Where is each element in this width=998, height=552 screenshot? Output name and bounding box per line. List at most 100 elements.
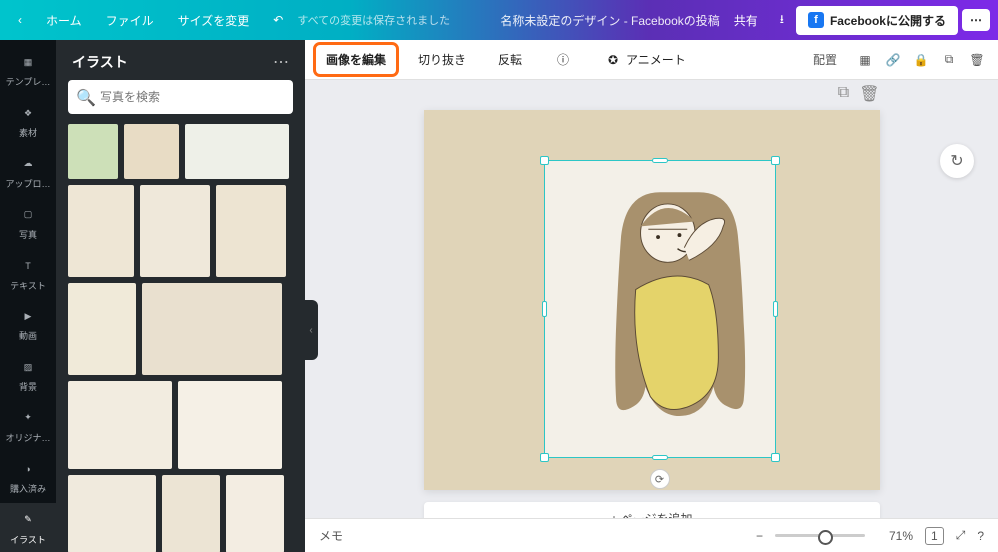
thumbnail-grid[interactable] [56,124,305,552]
help-button[interactable]: ? [977,529,984,543]
search-input[interactable] [68,80,293,114]
rail-purchased[interactable]: ◑購入済み [0,452,56,501]
zoom-level[interactable]: 71% [889,529,913,543]
thumb[interactable] [162,475,220,552]
rotate-icon: ⟳ [655,473,664,486]
side-panel: イラスト ⋯ 🔍 [56,40,305,552]
lock-icon[interactable]: 🔒 [912,51,930,69]
context-toolbar: 画像を編集 切り抜き 反転 ⓘ ✪アニメート 配置 ▦ 🔗 🔒 ⧉ 🗑 [305,40,998,80]
illustration-image [553,169,767,449]
rail-text[interactable]: Tテキスト [0,249,56,298]
resize-handle[interactable] [773,301,778,317]
thumb[interactable] [68,124,118,179]
thumb[interactable] [142,283,282,375]
side-rail: ▦テンプレ… ❖素材 ☁アップロ… ▢写真 Tテキスト ▶動画 ▨背景 ✦オリジ… [0,40,56,552]
selected-element[interactable]: ⟳ [544,160,776,458]
thumb[interactable] [226,475,284,552]
resize-handle[interactable] [540,156,549,165]
flip-button[interactable]: 反転 [489,46,531,73]
rail-illust[interactable]: ✎イラスト [0,503,56,552]
trash-icon[interactable]: 🗑 [968,51,986,69]
thumb[interactable] [68,283,136,375]
save-status: すべての変更は保存されました [297,12,450,28]
home-button[interactable]: ホーム [36,6,92,35]
text-icon: T [18,256,38,276]
canvas-undo-button[interactable]: ↻ [940,144,974,178]
thumb[interactable] [216,185,286,277]
thumb[interactable] [68,185,134,277]
photo-icon: ▢ [18,205,38,225]
position-button[interactable]: 配置 [804,46,846,73]
artboard[interactable]: ⧉ 🗑 [424,110,880,490]
resize-button[interactable]: サイズを変更 [168,6,260,35]
resize-handle[interactable] [652,455,668,460]
zoom-slider[interactable] [775,534,865,537]
canvas-area: ‹ 画像を編集 切り抜き 反転 ⓘ ✪アニメート 配置 ▦ 🔗 🔒 ⧉ 🗑 ↻ [305,40,998,552]
search-field[interactable]: 🔍 [68,80,293,114]
original-icon: ✦ [18,408,38,428]
rail-uploads[interactable]: ☁アップロ… [0,148,56,197]
resize-handle[interactable] [540,453,549,462]
rail-photos[interactable]: ▢写真 [0,198,56,247]
info-icon: ⓘ [554,51,572,69]
thumb[interactable] [178,381,282,469]
bottom-bar: メモ − 71% 1 ⤢ ? [305,518,998,552]
publish-label: Facebookに公開する [830,12,946,29]
chevron-left-icon: ‹ [18,13,22,27]
page-count[interactable]: 1 [925,527,944,545]
transparency-icon[interactable]: ▦ [856,51,874,69]
page-toolbar: ⧉ 🗑 [838,84,880,104]
download-button[interactable]: ⭳ [772,4,792,37]
upload-icon: ☁ [18,154,38,174]
refresh-icon: ↻ [950,151,963,171]
fullscreen-button[interactable]: ⤢ [956,528,966,543]
back-button[interactable]: ‹ [8,7,32,33]
animate-button[interactable]: ✪アニメート [595,46,695,74]
rail-templates[interactable]: ▦テンプレ… [0,46,56,95]
undo-button[interactable]: ↶ [263,7,293,33]
background-icon: ▨ [18,357,38,377]
undo-icon: ↶ [273,13,283,27]
resize-handle[interactable] [771,156,780,165]
thumb[interactable] [124,124,179,179]
edit-image-button[interactable]: 画像を編集 [317,46,395,73]
panel-more-button[interactable]: ⋯ [273,52,289,72]
top-bar: ‹ ホーム ファイル サイズを変更 ↶ すべての変更は保存されました 名称未設定… [0,0,998,40]
templates-icon: ▦ [18,52,38,72]
file-menu[interactable]: ファイル [96,6,164,35]
zoom-out-button[interactable]: − [756,529,763,543]
rotate-handle[interactable]: ⟳ [650,469,670,489]
more-button[interactable]: ⋯ [962,9,990,31]
thumb[interactable] [140,185,210,277]
page-trash-icon[interactable]: 🗑 [859,84,879,104]
page-duplicate-icon[interactable]: ⧉ [838,84,849,104]
download-icon: ⭳ [780,10,784,31]
doc-title[interactable]: 名称未設定のデザイン - Facebookの投稿 [500,12,719,29]
purchased-icon: ◑ [18,459,38,479]
notes-button[interactable]: メモ [319,527,343,544]
video-icon: ▶ [18,306,38,326]
link-icon[interactable]: 🔗 [884,51,902,69]
publish-button[interactable]: f Facebookに公開する [796,6,958,35]
resize-handle[interactable] [771,453,780,462]
rail-original[interactable]: ✦オリジナ… [0,402,56,451]
search-icon: 🔍 [76,88,96,108]
resize-handle[interactable] [652,158,668,163]
facebook-icon: f [808,12,824,28]
thumb[interactable] [68,475,156,552]
info-button[interactable]: ⓘ [545,46,581,74]
illust-icon: ✎ [18,510,38,530]
rail-videos[interactable]: ▶動画 [0,300,56,349]
animate-icon: ✪ [604,51,622,69]
elements-icon: ❖ [18,103,38,123]
canvas-viewport[interactable]: ↻ ⧉ 🗑 [305,80,998,518]
share-button[interactable]: 共有 [724,6,768,35]
add-page-button[interactable]: + ページを追加 [424,502,880,518]
resize-handle[interactable] [542,301,547,317]
rail-background[interactable]: ▨背景 [0,351,56,400]
duplicate-icon[interactable]: ⧉ [940,51,958,69]
crop-button[interactable]: 切り抜き [409,46,475,73]
thumb[interactable] [68,381,172,469]
thumb[interactable] [185,124,289,179]
rail-elements[interactable]: ❖素材 [0,97,56,146]
